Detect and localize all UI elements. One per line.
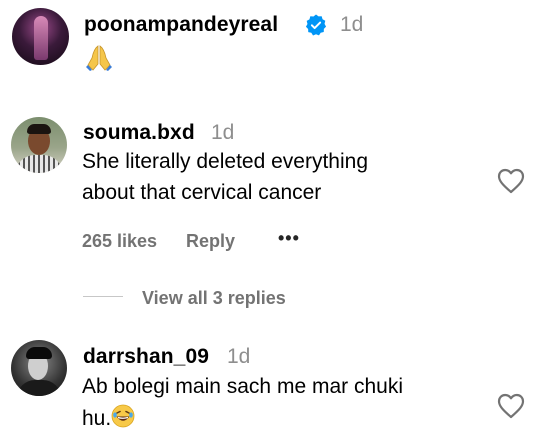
- verified-badge-icon: [305, 14, 327, 36]
- comment-likes[interactable]: 265 likes: [82, 231, 157, 252]
- replies-divider: [83, 296, 123, 297]
- comment-text-line: She literally deleted everything: [82, 150, 369, 173]
- commenter-avatar[interactable]: [11, 117, 67, 173]
- commenter-avatar[interactable]: [11, 340, 67, 396]
- comment-text-line: hu.: [82, 403, 135, 434]
- comment-text-line: Ab bolegi main sach me mar chuki: [82, 375, 403, 398]
- comment-time: 1d: [211, 121, 235, 144]
- post-time: 1d: [340, 13, 364, 36]
- comment-text-fragment: hu.: [82, 407, 112, 430]
- post-author-username[interactable]: poonampandeyreal: [84, 13, 278, 37]
- commenter-username[interactable]: darrshan_09: [83, 345, 209, 369]
- commenter-username[interactable]: souma.bxd: [83, 121, 195, 145]
- comment-text-line: about that cervical cancer: [82, 181, 322, 204]
- reply-button[interactable]: Reply: [186, 231, 235, 252]
- heart-icon[interactable]: [497, 168, 525, 194]
- folded-hands-emoji: [86, 45, 112, 71]
- heart-icon[interactable]: [497, 393, 525, 419]
- post-author-avatar[interactable]: [12, 8, 69, 65]
- view-replies-button[interactable]: View all 3 replies: [142, 288, 286, 309]
- more-options-icon[interactable]: •••: [278, 228, 300, 249]
- comment-time: 1d: [227, 345, 251, 368]
- laughing-emoji: [111, 404, 135, 428]
